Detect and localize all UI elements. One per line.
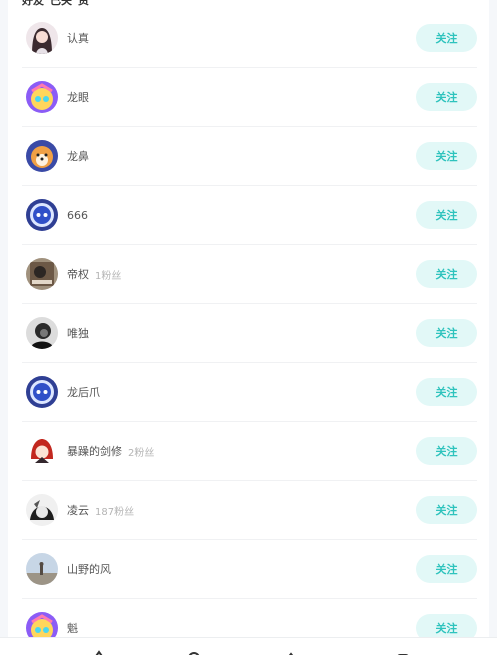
username[interactable]: 凌云 [67, 502, 89, 518]
avatar[interactable] [26, 199, 58, 231]
username[interactable]: 帝权 [67, 266, 89, 282]
avatar[interactable] [26, 22, 58, 54]
follow-button[interactable]: 关注 [416, 83, 477, 111]
page: 好友 已关 资 认真 关注 龙眼 关注 龙鼻 关注 666 关注 帝权 1粉丝 关注 唯独 关注 龙后爪关… [0, 0, 497, 655]
list-item[interactable]: 认真 关注 [22, 9, 477, 68]
fans-count: 2粉丝 [128, 447, 155, 459]
follow-button[interactable]: 关注 [416, 319, 477, 347]
home-icon[interactable] [93, 650, 105, 655]
follow-button[interactable]: 关注 [416, 24, 477, 52]
avatar[interactable] [26, 435, 58, 467]
avatar[interactable] [26, 81, 58, 113]
list-item[interactable]: 凌云 187粉丝 关注 [22, 481, 477, 540]
username[interactable]: 魁 [67, 620, 78, 636]
avatar[interactable] [26, 494, 58, 526]
user-list: 认真 关注 龙眼 关注 龙鼻 关注 666 关注 帝权 1粉丝 关注 唯独 关注 龙后爪 关注 暴躁的剑修 2粉… [22, 9, 477, 655]
fans-count: 187粉丝 [95, 506, 135, 518]
avatar[interactable] [26, 553, 58, 585]
add-icon[interactable] [285, 650, 297, 655]
username[interactable]: 唯独 [67, 325, 89, 341]
tab-profile[interactable]: 资 [78, 0, 89, 8]
username[interactable]: 山野的风 [67, 561, 111, 577]
message-icon[interactable] [397, 650, 409, 655]
username[interactable]: 认真 [67, 30, 89, 46]
username[interactable]: 暴躁的剑修 [67, 443, 122, 459]
list-item[interactable]: 暴躁的剑修 2粉丝 关注 [22, 422, 477, 481]
follow-button[interactable]: 关注 [416, 260, 477, 288]
avatar[interactable] [26, 317, 58, 349]
list-item[interactable]: 666 关注 [22, 186, 477, 245]
list-item[interactable]: 龙眼 关注 [22, 68, 477, 127]
username[interactable]: 龙眼 [67, 89, 89, 105]
username[interactable]: 龙鼻 [67, 148, 89, 164]
username[interactable]: 666 [67, 209, 88, 222]
follow-button[interactable]: 关注 [416, 142, 477, 170]
list-item[interactable]: 山野的风 关注 [22, 540, 477, 599]
list-item[interactable]: 唯独 关注 [22, 304, 477, 363]
list-item[interactable]: 帝权 1粉丝 关注 [22, 245, 477, 304]
username[interactable]: 龙后爪 [67, 384, 100, 400]
tab-following[interactable]: 已关 [50, 0, 72, 8]
follow-button[interactable]: 关注 [416, 437, 477, 465]
search-icon[interactable] [188, 650, 200, 655]
follow-button[interactable]: 关注 [416, 496, 477, 524]
fans-count: 1粉丝 [95, 270, 122, 282]
follow-button[interactable]: 关注 [416, 378, 477, 406]
follow-button[interactable]: 关注 [416, 201, 477, 229]
bottom-nav-bar [0, 637, 497, 655]
avatar[interactable] [26, 258, 58, 290]
list-item[interactable]: 龙后爪 关注 [22, 363, 477, 422]
tab-friends[interactable]: 好友 [22, 0, 44, 8]
list-item[interactable]: 龙鼻 关注 [22, 127, 477, 186]
top-tab-strip: 好友 已关 资 [22, 0, 89, 8]
follow-button[interactable]: 关注 [416, 555, 477, 583]
avatar[interactable] [26, 140, 58, 172]
avatar[interactable] [26, 376, 58, 408]
